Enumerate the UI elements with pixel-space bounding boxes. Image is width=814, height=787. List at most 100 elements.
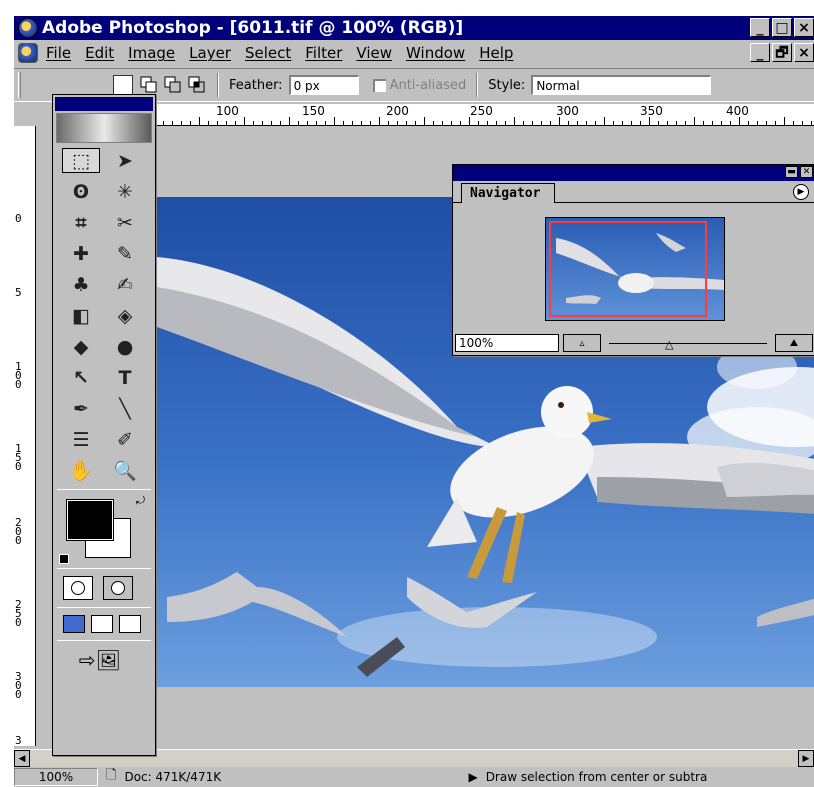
ruler-tick <box>451 121 452 125</box>
style-select[interactable]: Normal <box>531 75 712 95</box>
title-bar[interactable]: Adobe Photoshop - [6011.tif @ 100% (RGB)… <box>14 16 814 40</box>
doc-minimize-button[interactable]: _ <box>750 43 770 62</box>
line-tool-icon[interactable]: ╲ <box>103 393 147 424</box>
crop-tool-icon[interactable]: ⌗ <box>59 207 103 238</box>
ruler-tick <box>172 121 173 125</box>
doc-close-button[interactable]: × <box>794 43 814 62</box>
anti-aliased-checkbox[interactable] <box>372 78 386 92</box>
foreground-color-swatch[interactable] <box>66 499 114 541</box>
photoshop-app-icon[interactable] <box>18 18 38 38</box>
maximize-button[interactable]: □ <box>772 18 792 37</box>
add-to-selection-icon[interactable] <box>139 75 159 95</box>
adobe-feather-logo[interactable] <box>56 113 152 143</box>
brush-tool-icon[interactable]: ✎ <box>103 238 147 269</box>
status-zoom[interactable]: 100% <box>14 768 98 786</box>
menu-view[interactable]: View <box>356 44 392 62</box>
swap-colors-icon[interactable]: ⤾ <box>136 494 145 508</box>
full-screen-icon[interactable] <box>119 615 141 633</box>
full-screen-menu-icon[interactable] <box>91 615 113 633</box>
navigator-view-box[interactable] <box>549 221 707 317</box>
blur-tool-icon[interactable]: ◆ <box>59 331 103 362</box>
menu-layer[interactable]: Layer <box>189 44 231 62</box>
ruler-tick <box>649 117 650 125</box>
document-icon[interactable] <box>18 43 38 63</box>
marquee-tool-icon[interactable]: ⬚ <box>62 148 100 173</box>
status-bar: 100% 🗋 Doc: 471K/471K ▶ Draw selection f… <box>14 767 814 787</box>
zoom-slider-track <box>609 343 767 344</box>
toolbox-separator-2 <box>57 568 151 569</box>
ruler-tick <box>361 121 362 125</box>
menu-image[interactable]: Image <box>128 44 175 62</box>
eraser-tool-icon[interactable]: ◧ <box>59 300 103 331</box>
bucket-tool-icon[interactable]: ◈ <box>103 300 147 331</box>
palette-menu-arrow-icon[interactable]: ▶ <box>793 184 809 200</box>
options-separator-2 <box>476 73 479 97</box>
pen-tool-icon[interactable]: ✒ <box>59 393 103 424</box>
navigator-title-bar[interactable]: ▬ ✕ <box>453 165 814 181</box>
minimize-button[interactable]: _ <box>750 18 770 37</box>
intersect-selection-icon[interactable] <box>187 75 207 95</box>
menu-file[interactable]: File <box>46 44 71 62</box>
feather-input[interactable]: 0 px <box>288 75 359 95</box>
toolbox-title-bar[interactable] <box>55 97 153 111</box>
doc-info-icon[interactable]: 🗋 <box>106 766 116 787</box>
stamp-tool-icon[interactable]: ♣ <box>59 269 103 300</box>
magic-wand-tool-icon[interactable]: ✳ <box>103 176 147 207</box>
ruler-tick <box>712 121 713 125</box>
navigator-zoom-field[interactable]: 100% <box>455 334 559 352</box>
status-menu-arrow-icon[interactable]: ▶ <box>468 770 477 784</box>
ruler-tick <box>433 121 434 125</box>
notes-tool-icon[interactable]: ☰ <box>59 424 103 455</box>
lasso-tool-icon[interactable]: ʘ <box>59 176 103 207</box>
doc-restore-button[interactable]: 🗗 <box>772 43 792 62</box>
subtract-from-selection-icon[interactable] <box>163 75 183 95</box>
move-tool-icon[interactable]: ➤ <box>103 145 147 176</box>
ruler-tick <box>487 121 488 125</box>
type-tool-icon[interactable]: T <box>103 362 147 393</box>
ruler-label-250: 250 <box>470 104 493 118</box>
dodge-tool-icon[interactable]: ● <box>103 331 147 362</box>
ruler-tick <box>586 121 587 125</box>
hand-tool-icon[interactable]: ✋ <box>59 455 103 486</box>
ruler-tick <box>550 121 551 125</box>
standard-screen-icon[interactable] <box>63 615 85 633</box>
zoom-slider-knob[interactable]: △ <box>665 338 673 351</box>
zoom-tool-icon[interactable]: 🔍 <box>103 455 147 486</box>
quick-mask-mode-icon[interactable] <box>103 576 133 600</box>
ruler-tick <box>388 121 389 125</box>
ruler-tick <box>775 121 776 125</box>
menu-help[interactable]: Help <box>479 44 513 62</box>
ruler-tick <box>316 121 317 125</box>
eyedropper-tool-icon[interactable]: ✐ <box>103 424 147 455</box>
menu-select[interactable]: Select <box>245 44 291 62</box>
navigator-thumbnail[interactable] <box>545 217 725 321</box>
menu-filter[interactable]: Filter <box>305 44 342 62</box>
zoom-in-icon[interactable]: ⛰ <box>775 334 813 352</box>
close-button[interactable]: × <box>794 18 814 37</box>
left-ruler: 0 5 100 150 200 250 300 3 <box>14 126 36 746</box>
ruler-tick <box>604 117 605 125</box>
healing-tool-icon[interactable]: ✚ <box>59 238 103 269</box>
ruler-tick <box>739 117 740 125</box>
tab-navigator[interactable]: Navigator <box>461 183 556 203</box>
jump-to-imageready-icon[interactable]: ⇨🖼 <box>71 647 129 673</box>
navigator-close-button[interactable]: ✕ <box>800 166 813 178</box>
default-colors-icon[interactable] <box>59 554 69 564</box>
scroll-right-button[interactable]: ▶ <box>798 750 814 767</box>
navigator-tab-row: Navigator ▶ <box>453 181 814 203</box>
vruler-label-250: 250 <box>15 598 22 629</box>
ruler-tick <box>190 121 191 125</box>
new-selection-icon[interactable] <box>113 75 133 95</box>
zoom-slider[interactable]: △ <box>605 334 771 352</box>
history-brush-tool-icon[interactable]: ✍ <box>103 269 147 300</box>
zoom-out-icon[interactable]: ▵ <box>563 334 601 352</box>
scroll-left-button[interactable]: ◀ <box>14 750 30 767</box>
options-bar-grip[interactable] <box>18 72 21 98</box>
navigator-minimize-button[interactable]: ▬ <box>785 166 798 178</box>
menu-window[interactable]: Window <box>406 44 465 62</box>
standard-mode-icon[interactable] <box>63 576 93 600</box>
menu-edit[interactable]: Edit <box>85 44 114 62</box>
path-select-tool-icon[interactable]: ↖ <box>59 362 103 393</box>
ruler-label-300: 300 <box>556 104 579 118</box>
slice-tool-icon[interactable]: ✂ <box>103 207 147 238</box>
